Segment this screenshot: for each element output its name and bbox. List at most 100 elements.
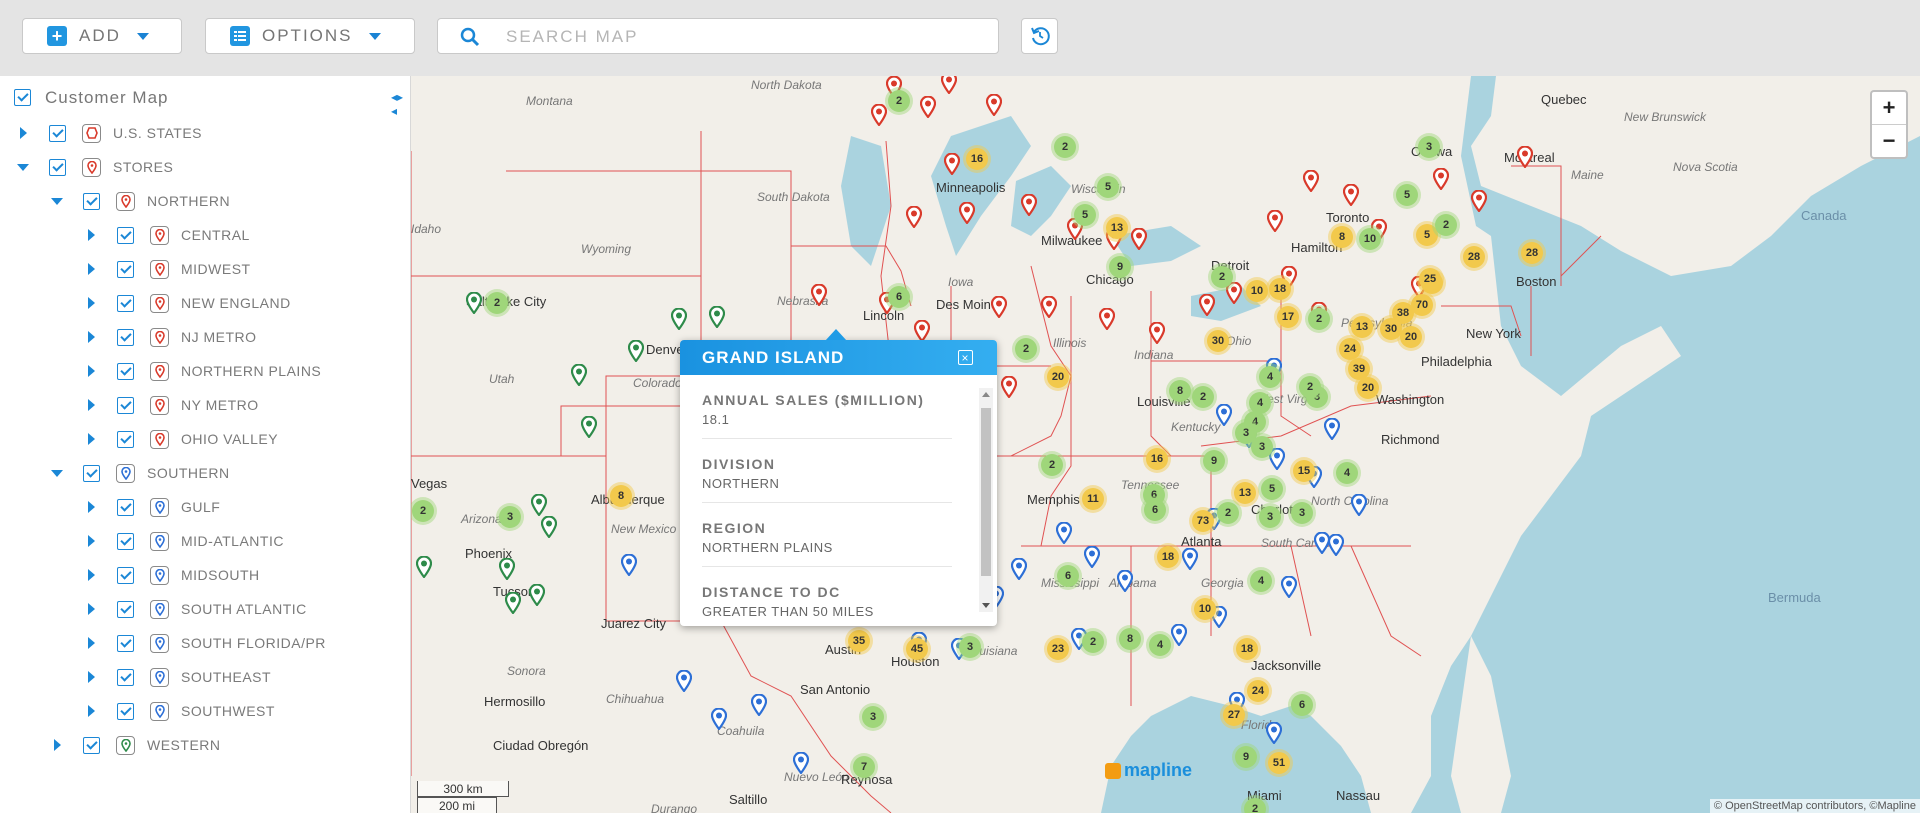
- store-pin-icon[interactable]: [959, 202, 975, 224]
- cluster-marker[interactable]: 2: [1082, 631, 1104, 653]
- cluster-marker[interactable]: 18: [1236, 638, 1258, 660]
- store-pin-icon[interactable]: [920, 96, 936, 118]
- layer-checkbox[interactable]: [117, 396, 134, 414]
- store-pin-icon[interactable]: [1099, 308, 1115, 330]
- cluster-marker[interactable]: 8: [1169, 380, 1191, 402]
- add-button[interactable]: + ADD: [22, 18, 182, 54]
- layer-item[interactable]: SOUTHERN: [0, 458, 400, 488]
- store-pin-icon[interactable]: [671, 308, 687, 330]
- store-pin-icon[interactable]: [505, 592, 521, 614]
- store-pin-icon[interactable]: [1182, 548, 1198, 570]
- expand-icon[interactable]: [88, 331, 95, 343]
- layer-item[interactable]: SOUTHEAST: [0, 662, 400, 692]
- map-canvas[interactable]: North Dakota Montana South Dakota Wyoming Id…: [411, 76, 1920, 813]
- cluster-marker[interactable]: 5: [1261, 478, 1283, 500]
- cluster-marker[interactable]: 2: [1308, 308, 1330, 330]
- cluster-marker[interactable]: 2: [1299, 376, 1321, 398]
- layer-checkbox[interactable]: [117, 498, 134, 516]
- cluster-marker[interactable]: 30: [1380, 318, 1402, 340]
- store-pin-icon[interactable]: [811, 284, 827, 306]
- layer-checkbox[interactable]: [117, 702, 134, 720]
- layer-checkbox[interactable]: [83, 464, 100, 482]
- store-pin-icon[interactable]: [986, 94, 1002, 116]
- cluster-marker[interactable]: 6: [1057, 565, 1079, 587]
- store-pin-icon[interactable]: [944, 153, 960, 175]
- cluster-marker[interactable]: 18: [1269, 278, 1291, 300]
- layer-checkbox[interactable]: [117, 634, 134, 652]
- expand-icon[interactable]: [88, 705, 95, 717]
- layer-item[interactable]: OHIO VALLEY: [0, 424, 400, 454]
- cluster-marker[interactable]: 2: [888, 90, 910, 112]
- cluster-marker[interactable]: 70: [1411, 294, 1433, 316]
- cluster-marker[interactable]: 23: [1047, 638, 1069, 660]
- store-pin-icon[interactable]: [793, 752, 809, 774]
- map-attribution[interactable]: © OpenStreetMap contributors, ©Mapline: [1709, 799, 1920, 813]
- cluster-marker[interactable]: 8: [1119, 628, 1141, 650]
- store-pin-icon[interactable]: [1328, 534, 1344, 556]
- store-pin-icon[interactable]: [1267, 210, 1283, 232]
- store-pin-icon[interactable]: [541, 516, 557, 538]
- cluster-marker[interactable]: 27: [1223, 704, 1245, 726]
- cluster-marker[interactable]: 10: [1246, 280, 1268, 302]
- expand-icon[interactable]: [88, 399, 95, 411]
- layer-item[interactable]: NY METRO: [0, 390, 400, 420]
- store-pin-icon[interactable]: [466, 292, 482, 314]
- zoom-out-button[interactable]: −: [1872, 125, 1906, 157]
- zoom-in-button[interactable]: +: [1872, 92, 1906, 125]
- cluster-marker[interactable]: 6: [1291, 694, 1313, 716]
- store-pin-icon[interactable]: [751, 694, 767, 716]
- cluster-marker[interactable]: 28: [1463, 246, 1485, 268]
- store-pin-icon[interactable]: [1471, 190, 1487, 212]
- store-pin-icon[interactable]: [531, 494, 547, 516]
- cluster-marker[interactable]: 30: [1207, 330, 1229, 352]
- cluster-marker[interactable]: 3: [959, 636, 981, 658]
- layer-item[interactable]: MIDWEST: [0, 254, 400, 284]
- cluster-marker[interactable]: 2: [1217, 502, 1239, 524]
- cluster-marker[interactable]: 3: [499, 506, 521, 528]
- store-pin-icon[interactable]: [1303, 170, 1319, 192]
- layer-checkbox[interactable]: [117, 226, 134, 244]
- store-pin-icon[interactable]: [621, 554, 637, 576]
- cluster-marker[interactable]: 8: [610, 485, 632, 507]
- cluster-marker[interactable]: 3: [862, 706, 884, 728]
- layer-item[interactable]: SOUTHWEST: [0, 696, 400, 726]
- cluster-marker[interactable]: 28: [1521, 242, 1543, 264]
- layer-item[interactable]: WESTERN: [0, 730, 400, 760]
- collapse-icon[interactable]: [51, 469, 63, 477]
- cluster-marker[interactable]: 5: [1396, 184, 1418, 206]
- cluster-marker[interactable]: 10: [1359, 228, 1381, 250]
- store-pin-icon[interactable]: [711, 708, 727, 730]
- expand-icon[interactable]: [88, 433, 95, 445]
- map-checkbox[interactable]: [14, 89, 31, 106]
- collapse-sidebar-icon[interactable]: ◂▸ ◂: [391, 90, 411, 118]
- scroll-thumb[interactable]: [981, 408, 991, 576]
- cluster-marker[interactable]: 4: [1149, 634, 1171, 656]
- cluster-marker[interactable]: 2: [1244, 798, 1266, 813]
- expand-icon[interactable]: [20, 127, 27, 139]
- cluster-marker[interactable]: 13: [1234, 482, 1256, 504]
- layer-checkbox[interactable]: [117, 668, 134, 686]
- cluster-marker[interactable]: 7: [853, 756, 875, 778]
- expand-icon[interactable]: [88, 535, 95, 547]
- cluster-marker[interactable]: 5: [1097, 176, 1119, 198]
- store-pin-icon[interactable]: [1041, 296, 1057, 318]
- cluster-marker[interactable]: 16: [1146, 448, 1168, 470]
- store-pin-icon[interactable]: [1216, 404, 1232, 426]
- cluster-marker[interactable]: 11: [1082, 488, 1104, 510]
- options-button[interactable]: OPTIONS: [205, 18, 415, 54]
- expand-icon[interactable]: [54, 739, 61, 751]
- layer-item[interactable]: NEW ENGLAND: [0, 288, 400, 318]
- expand-icon[interactable]: [88, 637, 95, 649]
- store-pin-icon[interactable]: [1433, 168, 1449, 190]
- layer-checkbox[interactable]: [83, 736, 100, 754]
- layer-checkbox[interactable]: [49, 124, 66, 142]
- store-pin-icon[interactable]: [1084, 546, 1100, 568]
- layer-checkbox[interactable]: [117, 328, 134, 346]
- store-pin-icon[interactable]: [581, 416, 597, 438]
- cluster-marker[interactable]: 4: [1336, 462, 1358, 484]
- cluster-marker[interactable]: 4: [1250, 570, 1272, 592]
- cluster-marker[interactable]: 2: [486, 292, 508, 314]
- cluster-marker[interactable]: 24: [1339, 338, 1361, 360]
- cluster-marker[interactable]: 51: [1268, 752, 1290, 774]
- cluster-marker[interactable]: 6: [1144, 499, 1166, 521]
